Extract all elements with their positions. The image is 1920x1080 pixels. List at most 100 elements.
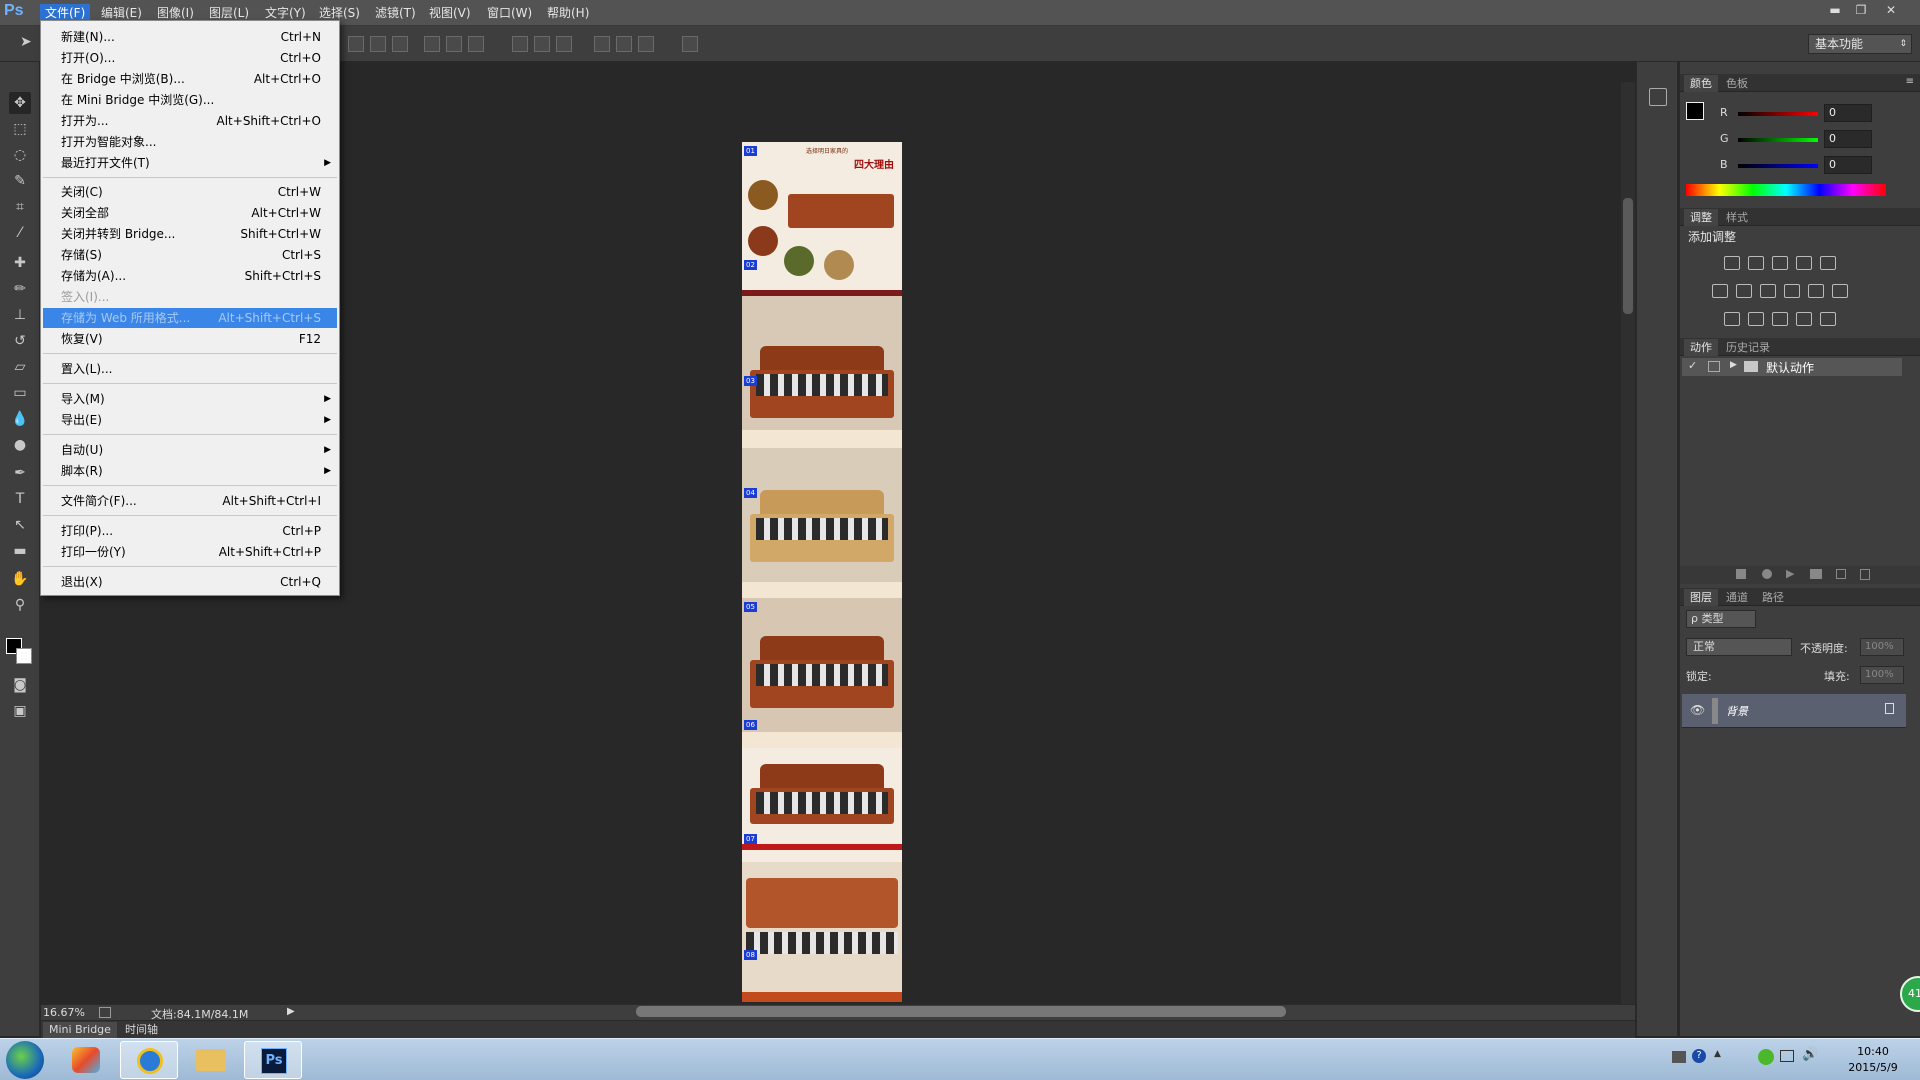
menu-help[interactable]: 帮助(H) <box>542 4 594 22</box>
action-set-row[interactable]: ✓ ▶ 默认动作 <box>1682 358 1902 376</box>
tab-adjustments[interactable]: 调整 <box>1684 209 1718 226</box>
tab-history[interactable]: 历史记录 <box>1720 339 1776 356</box>
eyedropper-tool-icon[interactable]: ⁄ <box>9 222 31 244</box>
align-bottom-icon[interactable] <box>392 36 408 52</box>
blend-mode-select[interactable]: 正常 <box>1686 638 1792 656</box>
gradient-tool-icon[interactable]: ▭ <box>9 382 31 404</box>
delete-icon[interactable] <box>1860 569 1870 580</box>
panel-menu-icon[interactable]: ≡ <box>1906 76 1914 87</box>
background-color-swatch[interactable] <box>16 648 32 664</box>
posterize-icon[interactable] <box>1748 312 1764 326</box>
new-set-folder-icon[interactable] <box>1810 569 1822 579</box>
quick-select-tool-icon[interactable]: ✎ <box>9 170 31 192</box>
tab-styles[interactable]: 样式 <box>1720 209 1754 226</box>
tab-timeline[interactable]: 时间轴 <box>119 1022 164 1038</box>
play-icon[interactable]: ▶ <box>1786 567 1794 580</box>
close-button[interactable]: ✕ <box>1880 2 1902 18</box>
menu-item-browse-mini-bridge[interactable]: 在 Mini Bridge 中浏览(G)... <box>43 90 337 110</box>
menu-item-print-one-copy[interactable]: 打印一份(Y) Alt+Shift+Ctrl+P <box>43 542 337 562</box>
status-share-icon[interactable] <box>99 1007 111 1018</box>
align-top-icon[interactable] <box>348 36 364 52</box>
brightness-contrast-icon[interactable] <box>1724 256 1740 270</box>
record-icon[interactable] <box>1762 569 1772 579</box>
slice-label[interactable]: 04 <box>744 488 757 498</box>
layer-filter-select[interactable]: ρ 类型 <box>1686 610 1756 628</box>
slice-label[interactable]: 08 <box>744 950 757 960</box>
tab-paths[interactable]: 路径 <box>1756 589 1790 606</box>
screen-mode-icon[interactable]: ▣ <box>9 700 31 722</box>
expand-triangle-icon[interactable]: ▶ <box>1730 360 1737 370</box>
slice-label[interactable]: 01 <box>744 146 757 156</box>
gradient-map-icon[interactable] <box>1820 312 1836 326</box>
selective-color-icon[interactable] <box>1796 312 1812 326</box>
menu-filter[interactable]: 滤镜(T) <box>370 4 421 22</box>
fill-field[interactable]: 100% <box>1860 666 1904 684</box>
move-tool-icon[interactable]: ✥ <box>9 92 31 114</box>
menu-item-scripts[interactable]: 脚本(R) ▶ <box>43 461 337 481</box>
slice-label[interactable]: 05 <box>744 602 757 612</box>
menu-item-place[interactable]: 置入(L)... <box>43 359 337 379</box>
blur-tool-icon[interactable]: 💧 <box>9 408 31 430</box>
menu-window[interactable]: 窗口(W) <box>482 4 537 22</box>
channel-mixer-icon[interactable] <box>1808 284 1824 298</box>
dodge-tool-icon[interactable]: ● <box>9 434 31 456</box>
opacity-field[interactable]: 100% <box>1860 638 1904 656</box>
color-slider-g[interactable]: G 0 <box>1680 130 1920 150</box>
horizontal-scroll-thumb[interactable] <box>636 1006 1286 1017</box>
taskbar-photoshop[interactable]: Ps <box>244 1041 302 1079</box>
g-value-field[interactable]: 0 <box>1824 130 1872 148</box>
menu-item-print[interactable]: 打印(P)... Ctrl+P <box>43 521 337 541</box>
photo-filter-icon[interactable] <box>1784 284 1800 298</box>
auto-align-icon[interactable] <box>682 36 698 52</box>
lasso-tool-icon[interactable]: ◌ <box>9 144 31 166</box>
distribute-hcenter-icon[interactable] <box>616 36 632 52</box>
menu-item-open-as[interactable]: 打开为... Alt+Shift+Ctrl+O <box>43 111 337 131</box>
taskbar-internet-explorer[interactable] <box>120 1041 178 1079</box>
path-select-tool-icon[interactable]: ↖ <box>9 514 31 536</box>
align-left-icon[interactable] <box>424 36 440 52</box>
start-button-icon[interactable] <box>6 1041 44 1079</box>
menu-item-save-for-web[interactable]: 存储为 Web 所用格式... Alt+Shift+Ctrl+S <box>43 308 337 328</box>
distribute-top-icon[interactable] <box>512 36 528 52</box>
tab-color[interactable]: 颜色 <box>1684 75 1718 92</box>
marquee-tool-icon[interactable]: ⬚ <box>9 118 31 140</box>
crop-tool-icon[interactable]: ⌗ <box>9 196 31 218</box>
quick-mask-icon[interactable]: ◙ <box>9 674 31 696</box>
stamp-tool-icon[interactable]: ⊥ <box>9 304 31 326</box>
type-tool-icon[interactable]: T <box>9 488 31 510</box>
color-spectrum-ramp[interactable] <box>1686 184 1886 196</box>
restore-button[interactable]: ❐ <box>1850 2 1872 18</box>
volume-icon[interactable]: 🔊 <box>1802 1047 1818 1062</box>
slice-label[interactable]: 06 <box>744 720 757 730</box>
tab-channels[interactable]: 通道 <box>1720 589 1754 606</box>
dialog-toggle-icon[interactable] <box>1708 361 1720 372</box>
zoom-tool-icon[interactable]: ⚲ <box>9 594 31 616</box>
distribute-bottom-icon[interactable] <box>556 36 572 52</box>
pen-tool-icon[interactable]: ✒ <box>9 462 31 484</box>
network-icon[interactable] <box>1780 1050 1794 1062</box>
brush-tool-icon[interactable]: ✏ <box>9 278 31 300</box>
slice-label[interactable]: 02 <box>744 260 757 270</box>
hand-tool-icon[interactable]: ✋ <box>9 568 31 590</box>
menu-item-export[interactable]: 导出(E) ▶ <box>43 410 337 430</box>
tab-layers[interactable]: 图层 <box>1684 589 1718 606</box>
g-track[interactable] <box>1738 138 1818 142</box>
menu-item-close-go-bridge[interactable]: 关闭并转到 Bridge... Shift+Ctrl+W <box>43 224 337 244</box>
slice-label[interactable]: 03 <box>744 376 757 386</box>
menu-item-save-as[interactable]: 存储为(A)... Shift+Ctrl+S <box>43 266 337 286</box>
zoom-level[interactable]: 16.67% <box>43 1006 85 1019</box>
color-slider-r[interactable]: R 0 <box>1680 104 1920 124</box>
document-image[interactable]: 选择明日家具的 四大理由 01 02 03 04 05 06 07 08 <box>742 142 902 1002</box>
slice-label[interactable]: 07 <box>744 834 757 844</box>
invert-icon[interactable] <box>1724 312 1740 326</box>
tab-actions[interactable]: 动作 <box>1684 339 1718 356</box>
hue-saturation-icon[interactable] <box>1712 284 1728 298</box>
color-lookup-icon[interactable] <box>1832 284 1848 298</box>
align-right-icon[interactable] <box>468 36 484 52</box>
align-hcenter-icon[interactable] <box>446 36 462 52</box>
help-icon[interactable]: ? <box>1692 1049 1706 1063</box>
r-track[interactable] <box>1738 112 1818 116</box>
taskbar-explorer[interactable] <box>182 1041 240 1079</box>
menu-item-import[interactable]: 导入(M) ▶ <box>43 389 337 409</box>
b-track[interactable] <box>1738 164 1818 168</box>
